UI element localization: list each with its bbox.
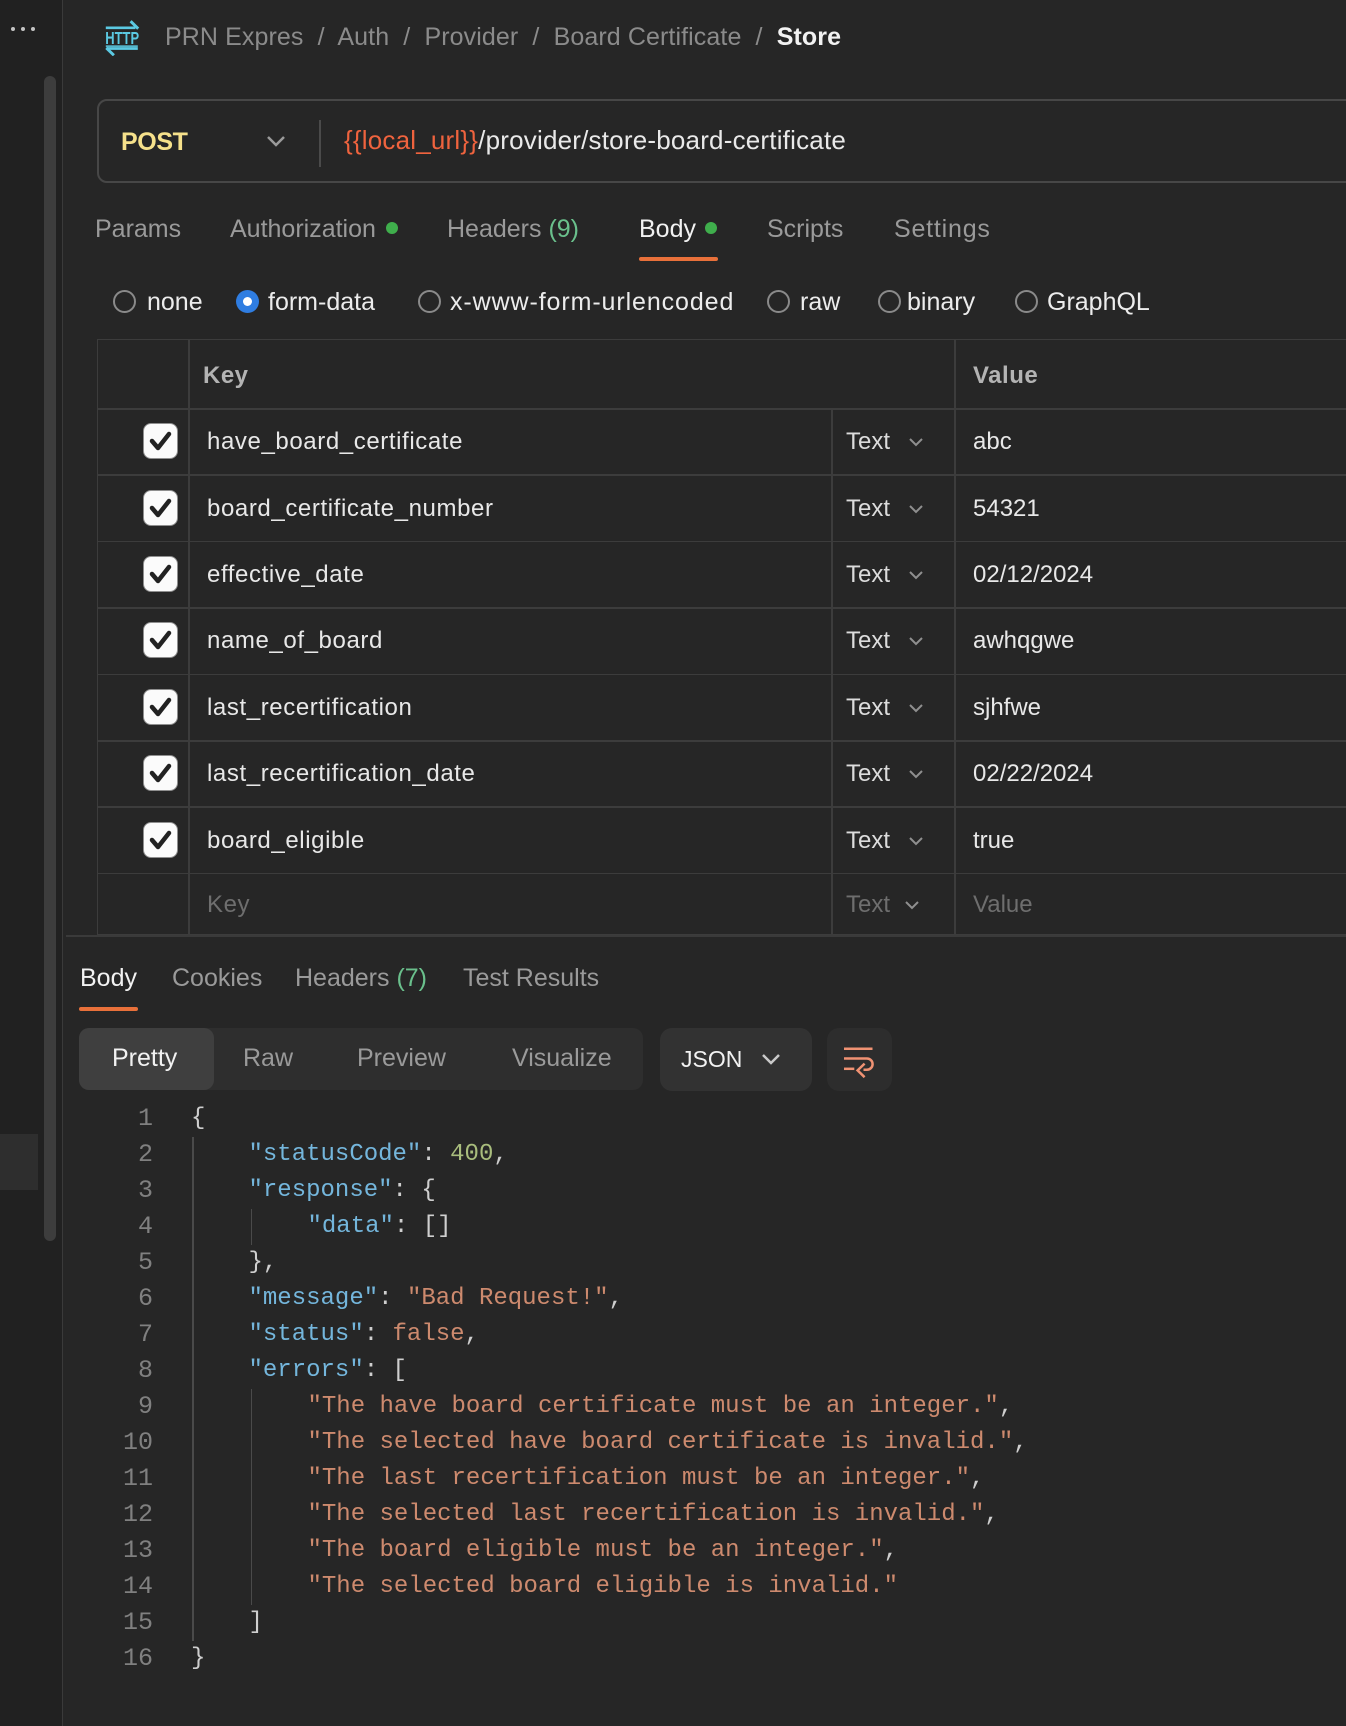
svg-text:HTTP: HTTP <box>105 28 139 48</box>
